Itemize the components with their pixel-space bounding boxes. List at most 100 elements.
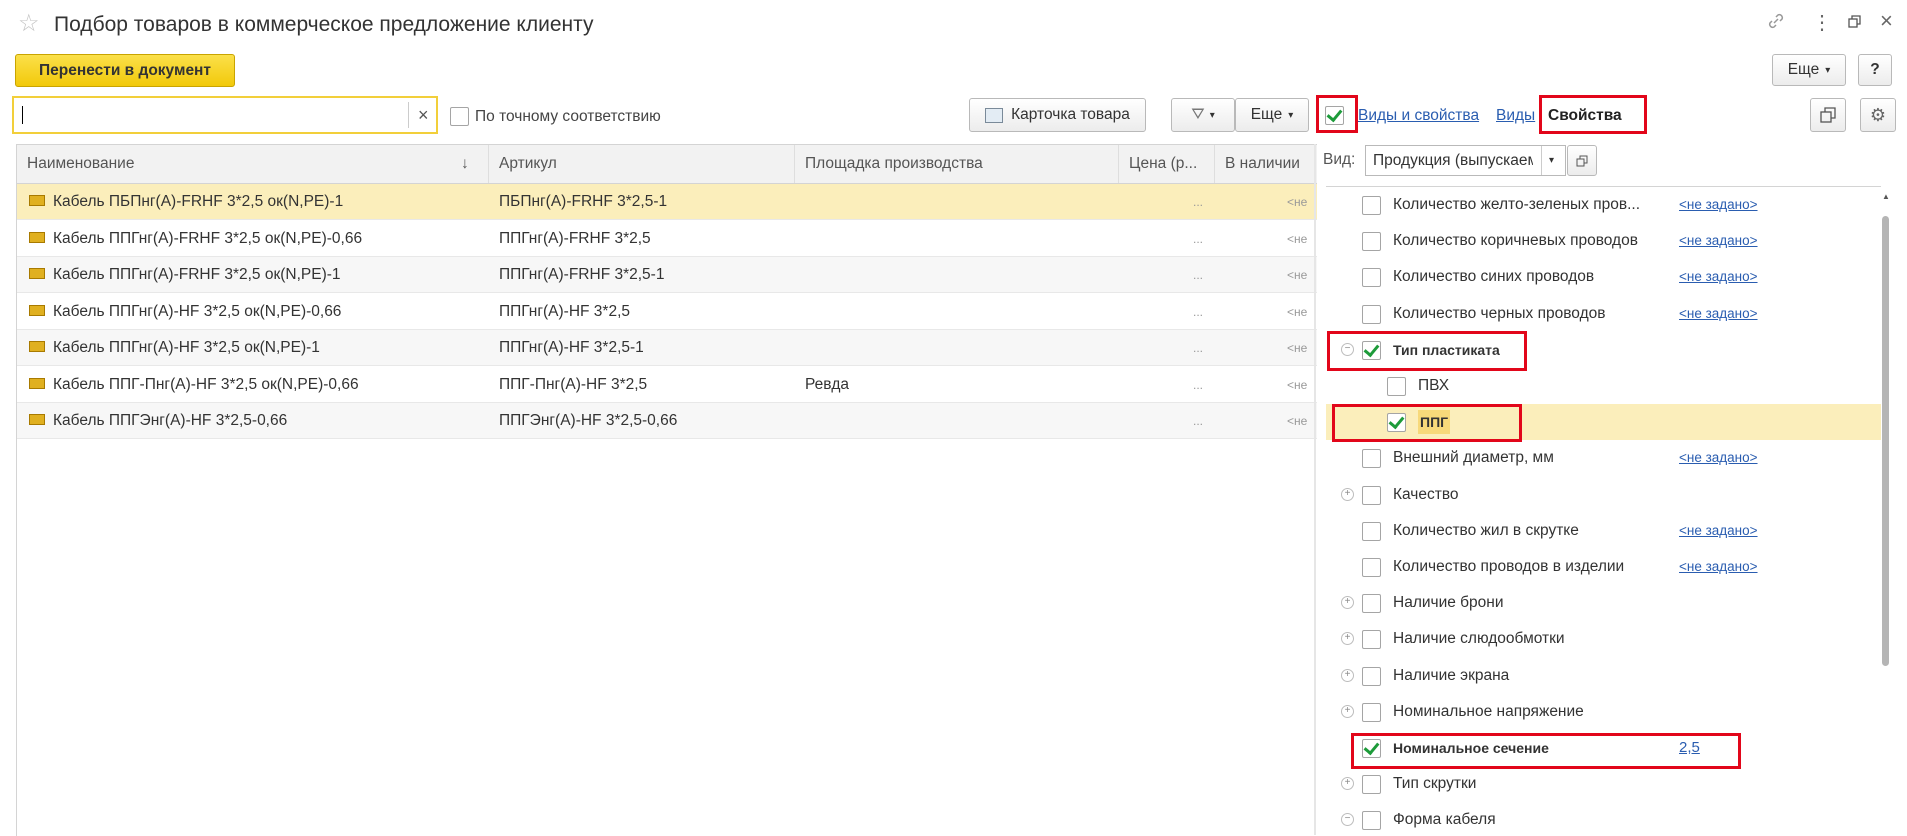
property-checkbox[interactable] bbox=[1362, 558, 1381, 577]
property-checkbox[interactable] bbox=[1362, 630, 1381, 650]
property-row[interactable]: Количество проводов в изделии <не задано> bbox=[1326, 549, 1881, 585]
property-row[interactable]: + Наличие брони bbox=[1326, 585, 1881, 621]
table-row[interactable]: Кабель ПБПнг(А)-FRHF 3*2,5 ок(N,PE)-1 ПБП… bbox=[17, 184, 1317, 220]
property-checkbox[interactable] bbox=[1362, 775, 1381, 795]
scroll-up-arrow[interactable]: ▲ bbox=[1882, 192, 1890, 201]
scroll-thumb[interactable] bbox=[1882, 216, 1889, 666]
cell-name-text: Кабель ППГЭнг(А)-HF 3*2,5-0,66 bbox=[53, 412, 288, 429]
property-row[interactable]: + Тип скрутки bbox=[1326, 766, 1881, 802]
expand-icon[interactable]: + bbox=[1341, 668, 1354, 682]
cell-stock-text: <не bbox=[1287, 341, 1308, 355]
column-header-stock[interactable]: В наличии bbox=[1215, 145, 1317, 183]
property-checkbox[interactable] bbox=[1362, 702, 1381, 722]
expand-icon[interactable]: + bbox=[1341, 487, 1354, 501]
link-icon[interactable] bbox=[1765, 10, 1787, 32]
property-checkbox[interactable] bbox=[1362, 666, 1381, 686]
panel-window-button[interactable] bbox=[1810, 98, 1846, 132]
expand-icon[interactable]: + bbox=[1341, 777, 1354, 791]
expand-icon[interactable]: + bbox=[1341, 632, 1354, 646]
menu-dots-icon[interactable]: ⋮ bbox=[1812, 10, 1832, 35]
table-row[interactable]: Кабель ППГнг(А)-HF 3*2,5 ок(N,PE)-0,66 ПП… bbox=[17, 294, 1317, 330]
search-field[interactable] bbox=[26, 102, 410, 130]
collapse-icon[interactable]: − bbox=[1341, 342, 1354, 356]
property-checkbox[interactable] bbox=[1387, 413, 1406, 433]
property-value-link[interactable]: <не задано> bbox=[1679, 513, 1758, 549]
search-input[interactable]: × bbox=[12, 96, 438, 134]
collapse-icon[interactable]: − bbox=[1341, 813, 1354, 827]
more-menu-button[interactable]: Еще ▾ bbox=[1772, 54, 1846, 86]
property-value-link[interactable]: <не задано> bbox=[1679, 259, 1758, 295]
property-checkbox[interactable] bbox=[1362, 232, 1381, 252]
views-props-link[interactable]: Виды и свойства bbox=[1358, 105, 1479, 127]
property-value-link[interactable]: <не задано> bbox=[1679, 223, 1758, 259]
table-row[interactable]: Кабель ППГ-Пнг(А)-HF 3*2,5 ок(N,PE)-0,66… bbox=[17, 367, 1317, 403]
property-checkbox[interactable] bbox=[1387, 377, 1406, 396]
views-link[interactable]: Виды bbox=[1496, 105, 1535, 127]
expand-icon[interactable]: + bbox=[1341, 704, 1354, 718]
table-more-button[interactable]: Еще ▾ bbox=[1235, 98, 1309, 132]
panel-splitter[interactable] bbox=[1314, 144, 1316, 835]
column-header-article[interactable]: Артикул bbox=[489, 145, 795, 183]
property-value-link[interactable]: <не задано> bbox=[1679, 549, 1758, 585]
expand-icon[interactable]: + bbox=[1341, 596, 1354, 610]
views-props-checkbox[interactable] bbox=[1325, 106, 1344, 125]
restore-window-icon[interactable] bbox=[1848, 15, 1862, 29]
property-row[interactable]: Количество жил в скрутке <не задано> bbox=[1326, 513, 1881, 549]
property-checkbox[interactable] bbox=[1362, 521, 1381, 541]
property-row[interactable]: + Наличие слюдообмотки bbox=[1326, 621, 1881, 657]
table-row[interactable]: Кабель ППГЭнг(А)-HF 3*2,5-0,66 ППГЭнг(А)-… bbox=[17, 403, 1317, 439]
help-button[interactable]: ? bbox=[1858, 54, 1892, 86]
cell-stock: <не bbox=[1287, 367, 1317, 403]
property-row[interactable]: + Наличие экрана bbox=[1326, 658, 1881, 694]
property-checkbox[interactable] bbox=[1362, 739, 1381, 758]
property-value-link[interactable]: <не задано> bbox=[1679, 296, 1758, 332]
cell-article-text: ППГнг(А)-FRHF 3*2,5 bbox=[499, 229, 651, 247]
property-checkbox[interactable] bbox=[1362, 268, 1381, 288]
column-header-name[interactable]: Наименование ↓ bbox=[17, 145, 489, 183]
property-checkbox[interactable] bbox=[1362, 196, 1381, 215]
property-checkbox[interactable] bbox=[1362, 340, 1381, 360]
table-row[interactable]: Кабель ППГнг(А)-HF 3*2,5 ок(N,PE)-1 ППГнг… bbox=[17, 330, 1317, 366]
kind-select[interactable]: Продукция (выпускаемая ▾ bbox=[1365, 145, 1566, 176]
property-value-link[interactable]: <не задано> bbox=[1679, 187, 1758, 223]
product-card-button[interactable]: Карточка товара bbox=[969, 98, 1146, 132]
property-row[interactable]: Номинальное сечение 2,5 bbox=[1326, 730, 1881, 766]
favorite-star-icon[interactable]: ☆ bbox=[18, 10, 40, 38]
exact-match-checkbox[interactable] bbox=[450, 107, 469, 126]
property-value-link[interactable]: <не задано> bbox=[1679, 440, 1758, 476]
cell-name-text: Кабель ПБПнг(А)-FRHF 3*2,5 ок(N,PE)-1 bbox=[53, 193, 344, 210]
property-row[interactable]: Количество желто-зеленых пров... <не зада… bbox=[1326, 187, 1881, 223]
property-checkbox[interactable] bbox=[1362, 449, 1381, 469]
property-checkbox[interactable] bbox=[1362, 304, 1381, 324]
column-header-price[interactable]: Цена (р... bbox=[1119, 145, 1215, 183]
property-value-link[interactable]: 2,5 bbox=[1679, 730, 1700, 766]
property-row[interactable]: − Тип пластиката bbox=[1326, 332, 1881, 368]
property-row[interactable]: + Качество bbox=[1326, 477, 1881, 513]
close-icon[interactable]: × bbox=[1880, 8, 1893, 34]
property-row[interactable]: − Форма кабеля bbox=[1326, 802, 1881, 836]
filter-button[interactable]: ⛛ ▾ bbox=[1171, 98, 1235, 132]
chevron-down-icon[interactable]: ▾ bbox=[1541, 146, 1554, 175]
property-checkbox[interactable] bbox=[1362, 594, 1381, 614]
cell-name: Кабель ППГнг(А)-HF 3*2,5 ок(N,PE)-0,66 bbox=[29, 294, 479, 330]
property-row[interactable]: Количество синих проводов <не задано> bbox=[1326, 259, 1881, 295]
column-header-site[interactable]: Площадка производства bbox=[795, 145, 1119, 183]
clear-search-button[interactable]: × bbox=[418, 104, 429, 126]
table-row[interactable]: Кабель ППГнг(А)-FRHF 3*2,5 ок(N,PE)-1 ППГ… bbox=[17, 257, 1317, 293]
property-row[interactable]: + Номинальное напряжение bbox=[1326, 694, 1881, 730]
property-label: Количество жил в скрутке bbox=[1393, 521, 1579, 539]
properties-scrollbar[interactable]: ▲ bbox=[1880, 186, 1892, 835]
property-row[interactable]: ППГ bbox=[1326, 404, 1881, 441]
property-row[interactable]: Количество черных проводов <не задано> bbox=[1326, 296, 1881, 332]
table-row[interactable]: Кабель ППГнг(А)-FRHF 3*2,5 ок(N,PE)-0,66… bbox=[17, 221, 1317, 257]
window-title: Подбор товаров в коммерческое предложени… bbox=[54, 13, 594, 36]
settings-button[interactable]: ⚙ bbox=[1860, 98, 1896, 132]
property-checkbox[interactable] bbox=[1362, 811, 1381, 831]
open-kind-button[interactable] bbox=[1567, 145, 1597, 176]
property-row[interactable]: Внешний диаметр, мм <не задано> bbox=[1326, 440, 1881, 476]
props-tab-label[interactable]: Свойства bbox=[1548, 105, 1622, 127]
property-checkbox[interactable] bbox=[1362, 485, 1381, 505]
property-row[interactable]: ПВХ bbox=[1326, 368, 1881, 404]
transfer-to-document-button[interactable]: Перенести в документ bbox=[15, 54, 235, 87]
property-row[interactable]: Количество коричневых проводов <не задано… bbox=[1326, 223, 1881, 259]
